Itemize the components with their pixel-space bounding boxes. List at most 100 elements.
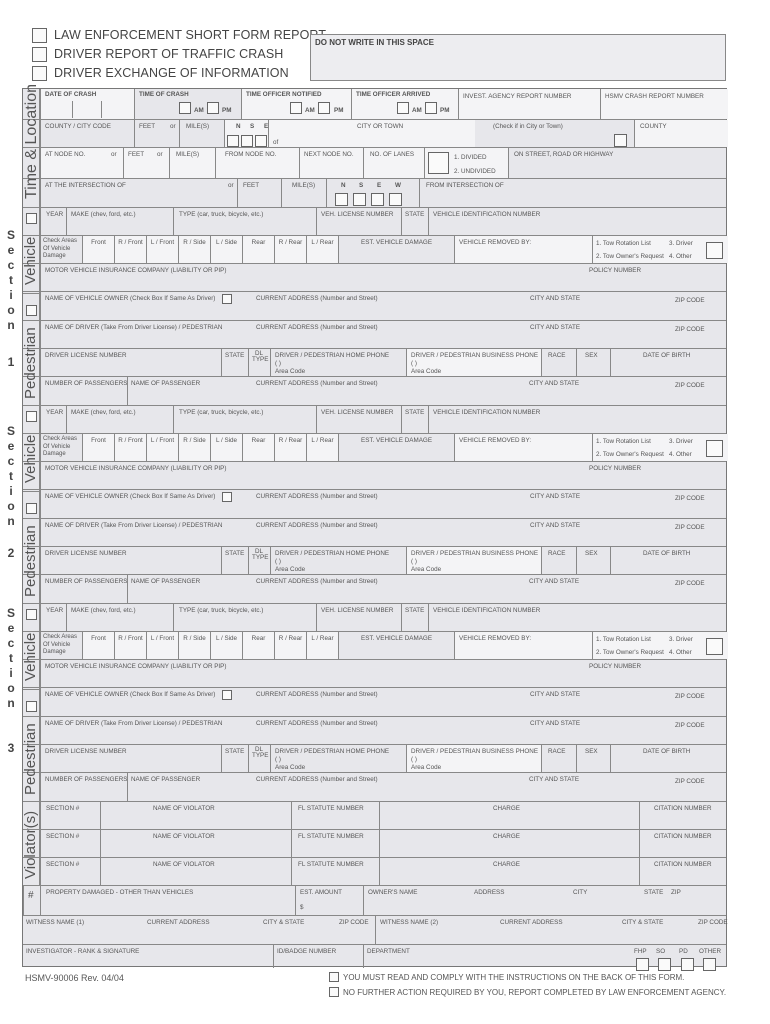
violator-name-field[interactable]: NAME OF VIOLATOR	[100, 802, 291, 829]
same-as-driver-checkbox[interactable]	[222, 690, 232, 700]
insurance-company-field[interactable]: MOTOR VEHICLE INSURANCE COMPANY (LIABILI…	[40, 660, 728, 687]
pm-checkbox[interactable]	[207, 102, 219, 114]
at-node-no-field[interactable]: AT NODE NO. or	[40, 148, 123, 178]
am-checkbox[interactable]	[290, 102, 302, 114]
direction-checkbox[interactable]	[335, 193, 348, 206]
tow-option-box[interactable]	[706, 638, 723, 655]
damage-area-1[interactable]: R / Front	[114, 236, 146, 263]
vin-field[interactable]: VEHICLE IDENTIFICATION NUMBER	[428, 406, 728, 433]
property-damaged-field[interactable]: PROPERTY DAMAGED - OTHER THAN VEHICLES	[40, 886, 295, 915]
dl-type-field[interactable]: DL TYPE	[248, 547, 270, 574]
notice2-checkbox[interactable]	[329, 987, 339, 997]
am-checkbox[interactable]	[179, 102, 191, 114]
dl-type-field[interactable]: DL TYPE	[248, 349, 270, 376]
dl-state-field[interactable]: STATE	[221, 547, 248, 574]
feet-field[interactable]: FEET or	[123, 148, 169, 178]
dl-state-field[interactable]: STATE	[221, 745, 248, 772]
damage-area-7[interactable]: L / Rear	[306, 236, 338, 263]
charge-field[interactable]: CHARGE	[379, 830, 639, 857]
sex-field[interactable]: SEX	[576, 349, 610, 376]
violator-section-field[interactable]: SECTION #	[40, 858, 100, 885]
passenger-field[interactable]: NAME OF PASSENGER CURRENT ADDRESS (Number…	[127, 377, 728, 405]
vehicle-owner-field[interactable]: NAME OF VEHICLE OWNER (Check Box If Same…	[40, 292, 728, 320]
damage-area-3[interactable]: R / Side	[178, 434, 210, 461]
damage-area-2[interactable]: L / Front	[146, 434, 178, 461]
dl-state-field[interactable]: STATE	[221, 349, 248, 376]
number-of-passengers-field[interactable]: NUMBER OF PASSENGERS	[40, 575, 127, 603]
number-of-passengers-field[interactable]: NUMBER OF PASSENGERS	[40, 773, 127, 801]
citation-number-field[interactable]: CITATION NUMBER	[639, 802, 728, 829]
fl-statute-field[interactable]: FL STATUTE NUMBER	[291, 802, 379, 829]
department-field[interactable]: DEPARTMENT FHP SO PD OTHER	[363, 945, 728, 971]
est-vehicle-damage-field[interactable]: EST. VEHICLE DAMAGE	[338, 632, 454, 659]
direction-checkbox[interactable]	[241, 135, 253, 147]
est-amount-field[interactable]: EST. AMOUNT $	[295, 886, 363, 915]
direction-checkbox[interactable]	[227, 135, 239, 147]
damage-area-4[interactable]: L / Side	[210, 236, 242, 263]
insurance-company-field[interactable]: MOTOR VEHICLE INSURANCE COMPANY (LIABILI…	[40, 264, 728, 291]
direction-checkbox[interactable]	[371, 193, 384, 206]
vehicle-removed-by-field[interactable]: VEHICLE REMOVED BY:	[454, 236, 592, 263]
state-field[interactable]: STATE	[401, 406, 428, 433]
est-vehicle-damage-field[interactable]: EST. VEHICLE DAMAGE	[338, 236, 454, 263]
divided-field[interactable]: 1. DIVIDED 2. UNDIVIDED	[424, 148, 508, 178]
race-field[interactable]: RACE	[541, 349, 576, 376]
lanes-box[interactable]	[428, 152, 449, 174]
state-field[interactable]: STATE	[401, 604, 428, 631]
next-node-no-field[interactable]: NEXT NODE NO.	[299, 148, 363, 178]
hsmv-crash-report-number-field[interactable]: HSMV CRASH REPORT NUMBER	[600, 89, 728, 119]
damage-area-4[interactable]: L / Side	[210, 434, 242, 461]
home-phone-field[interactable]: DRIVER / PEDESTRIAN HOME PHONE( ) Area Co…	[270, 547, 406, 574]
damage-area-7[interactable]: L / Rear	[306, 632, 338, 659]
driver-license-number-field[interactable]: DRIVER LICENSE NUMBER	[40, 547, 221, 574]
pedestrian-section-checkbox[interactable]	[26, 701, 37, 712]
passenger-field[interactable]: NAME OF PASSENGER CURRENT ADDRESS (Number…	[127, 575, 728, 603]
pedestrian-section-checkbox[interactable]	[26, 503, 37, 514]
insurance-company-field[interactable]: MOTOR VEHICLE INSURANCE COMPANY (LIABILI…	[40, 462, 728, 489]
damage-area-0[interactable]: Front	[82, 434, 114, 461]
agency-checkbox-fhp[interactable]	[636, 958, 649, 971]
damage-area-6[interactable]: R / Rear	[274, 434, 306, 461]
est-vehicle-damage-field[interactable]: EST. VEHICLE DAMAGE	[338, 434, 454, 461]
miles-field[interactable]: MILE(S)	[281, 179, 326, 207]
dl-type-field[interactable]: DL TYPE	[248, 745, 270, 772]
witness1-field[interactable]: WITNESS NAME (1) CURRENT ADDRESS CITY & ST…	[23, 916, 375, 944]
vehicle-owner-field[interactable]: NAME OF VEHICLE OWNER (Check Box If Same…	[40, 490, 728, 518]
charge-field[interactable]: CHARGE	[379, 802, 639, 829]
type-field[interactable]: TYPE (car, truck, bicycle, etc.)	[173, 604, 316, 631]
miles-field[interactable]: MILE(S)	[169, 148, 215, 178]
checkbox[interactable]	[32, 66, 47, 81]
vin-field[interactable]: VEHICLE IDENTIFICATION NUMBER	[428, 604, 728, 631]
tow-option-box[interactable]	[706, 440, 723, 457]
make-field[interactable]: MAKE (chev, ford, etc.)	[66, 604, 173, 631]
direction-checkbox[interactable]	[389, 193, 402, 206]
city-or-town-field[interactable]: of CITY OR TOWN (Check if in City or Town)	[268, 120, 563, 147]
year-field[interactable]: YEAR	[40, 406, 66, 433]
type-field[interactable]: TYPE (car, truck, bicycle, etc.)	[173, 208, 316, 235]
fl-statute-field[interactable]: FL STATUTE NUMBER	[291, 858, 379, 885]
county-city-code-field[interactable]: COUNTY / CITY CODE	[40, 120, 134, 147]
pedestrian-section-checkbox[interactable]	[26, 305, 37, 316]
business-phone-field[interactable]: DRIVER / PEDESTRIAN BUSINESS PHONE( ) Are…	[406, 349, 541, 376]
charge-field[interactable]: CHARGE	[379, 858, 639, 885]
from-intersection-field[interactable]: FROM INTERSECTION OF	[419, 179, 728, 207]
agency-checkbox-other[interactable]	[703, 958, 716, 971]
damage-area-1[interactable]: R / Front	[114, 434, 146, 461]
tow-options-field[interactable]: 1. Tow Rotation List 3. Driver 2. Tow Owne…	[592, 236, 728, 263]
miles-field[interactable]: MILE(S)	[179, 120, 224, 147]
driver-name-field[interactable]: NAME OF DRIVER (Take From Driver License…	[40, 717, 728, 744]
driver-license-number-field[interactable]: DRIVER LICENSE NUMBER	[40, 745, 221, 772]
in-city-checkbox[interactable]	[614, 134, 627, 147]
state-field[interactable]: STATE	[401, 208, 428, 235]
vehicle-removed-by-field[interactable]: VEHICLE REMOVED BY:	[454, 632, 592, 659]
home-phone-field[interactable]: DRIVER / PEDESTRIAN HOME PHONE( ) Area Co…	[270, 745, 406, 772]
damage-area-5[interactable]: Rear	[242, 434, 274, 461]
agency-checkbox-so[interactable]	[658, 958, 671, 971]
sex-field[interactable]: SEX	[576, 745, 610, 772]
vehicle-section-checkbox[interactable]	[26, 609, 37, 620]
damage-area-4[interactable]: L / Side	[210, 632, 242, 659]
time-of-crash-field[interactable]: TIME OF CRASH AM PM	[134, 89, 241, 119]
business-phone-field[interactable]: DRIVER / PEDESTRIAN BUSINESS PHONE( ) Are…	[406, 547, 541, 574]
damage-area-6[interactable]: R / Rear	[274, 632, 306, 659]
violator-section-field[interactable]: SECTION #	[40, 802, 100, 829]
